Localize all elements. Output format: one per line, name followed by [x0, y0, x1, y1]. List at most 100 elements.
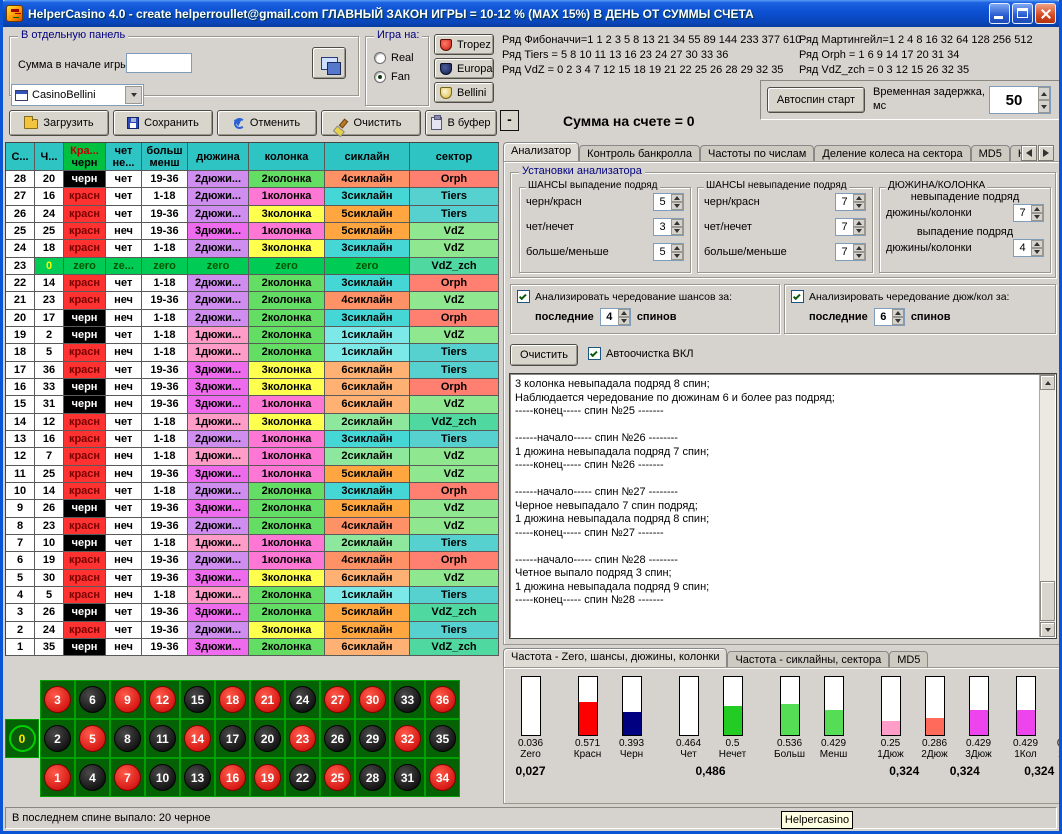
table-row[interactable]: 619красннеч19-362дюжи...1колонка4сиклайн…: [6, 552, 499, 569]
spin-down[interactable]: [1038, 100, 1050, 113]
roulette-cell[interactable]: 13: [180, 758, 215, 797]
freq-tab-2[interactable]: Частота - сиклайны, сектора: [727, 651, 889, 668]
roulette-number-22[interactable]: 22: [289, 764, 316, 791]
roulette-cell[interactable]: 30: [355, 680, 390, 719]
spin-down[interactable]: [853, 252, 865, 260]
analyzer-tab-2[interactable]: Контроль банкролла: [579, 145, 700, 162]
roulette-cell[interactable]: 25: [320, 758, 355, 797]
roulette-number-0[interactable]: 0: [9, 725, 36, 752]
roulette-number-17[interactable]: 17: [219, 725, 246, 752]
close-button[interactable]: [1035, 3, 1056, 24]
spin-up[interactable]: [1031, 240, 1043, 248]
hit-spinner-2[interactable]: 3: [653, 218, 684, 236]
alt-dozens-spinner[interactable]: 6: [874, 308, 905, 326]
table-row[interactable]: 2123красннеч19-362дюжи...2колонка4сиклай…: [6, 292, 499, 309]
spin-up[interactable]: [853, 194, 865, 202]
scroll-up-button[interactable]: [1040, 375, 1055, 390]
roulette-number-26[interactable]: 26: [324, 725, 351, 752]
roulette-cell[interactable]: 35: [425, 719, 460, 758]
roulette-cell[interactable]: 23: [285, 719, 320, 758]
spin-down[interactable]: [671, 202, 683, 210]
roulette-number-15[interactable]: 15: [184, 686, 211, 713]
roulette-number-18[interactable]: 18: [219, 686, 246, 713]
hit-spinner-3[interactable]: 5: [653, 243, 684, 261]
spin-up[interactable]: [671, 244, 683, 252]
spin-up[interactable]: [1038, 87, 1050, 100]
roulette-number-34[interactable]: 34: [429, 764, 456, 791]
spinner-value[interactable]: 6: [875, 309, 892, 325]
spinner-value[interactable]: 7: [836, 244, 853, 260]
roulette-cell[interactable]: 19: [250, 758, 285, 797]
scroll-down-button[interactable]: [1040, 622, 1055, 637]
roulette-number-30[interactable]: 30: [359, 686, 386, 713]
dozen-hit-spinner[interactable]: 4: [1013, 239, 1044, 257]
casino-button-tropez[interactable]: Tropez: [434, 34, 494, 55]
miss-spinner-2[interactable]: 7: [835, 218, 866, 236]
table-row[interactable]: 2716краснчет1-182дюжи...1колонка3сиклайн…: [6, 188, 499, 205]
roulette-cell[interactable]: 33: [390, 680, 425, 719]
spin-down[interactable]: [618, 317, 630, 325]
clear-log-button[interactable]: Очистить: [510, 344, 578, 366]
spin-down[interactable]: [671, 227, 683, 235]
dozen-miss-spinner[interactable]: 7: [1013, 204, 1044, 222]
roulette-number-24[interactable]: 24: [289, 686, 316, 713]
roulette-number-31[interactable]: 31: [394, 764, 421, 791]
spin-up[interactable]: [853, 219, 865, 227]
table-row[interactable]: 2214краснчет1-182дюжи...2колонка3сиклайн…: [6, 275, 499, 292]
roulette-cell[interactable]: 18: [215, 680, 250, 719]
analyzer-tab-5[interactable]: MD5: [971, 145, 1010, 162]
roulette-cell[interactable]: 28: [355, 758, 390, 797]
roulette-number-21[interactable]: 21: [254, 686, 281, 713]
radio-real[interactable]: [374, 52, 386, 64]
casino-button-bellini[interactable]: Bellini: [434, 82, 494, 103]
roulette-cell[interactable]: 24: [285, 680, 320, 719]
table-row[interactable]: 926чернчет19-363дюжи...2колонка5сиклайнV…: [6, 500, 499, 517]
roulette-cell[interactable]: 5: [75, 719, 110, 758]
roulette-number-16[interactable]: 16: [219, 764, 246, 791]
roulette-number-29[interactable]: 29: [359, 725, 386, 752]
roulette-cell[interactable]: 8: [110, 719, 145, 758]
miss-spinner-3[interactable]: 7: [835, 243, 866, 261]
roulette-cell[interactable]: 10: [145, 758, 180, 797]
roulette-number-32[interactable]: 32: [394, 725, 421, 752]
roulette-number-9[interactable]: 9: [114, 686, 141, 713]
roulette-number-4[interactable]: 4: [79, 764, 106, 791]
roulette-number-2[interactable]: 2: [44, 725, 71, 752]
table-row[interactable]: 192чернчет1-181дюжи...2колонка1сиклайнVd…: [6, 327, 499, 344]
roulette-cell[interactable]: 29: [355, 719, 390, 758]
spinner-value[interactable]: 7: [1014, 205, 1031, 221]
table-row[interactable]: 2525красннеч19-363дюжи...1колонка5сиклай…: [6, 223, 499, 240]
table-row[interactable]: 1412краснчет1-181дюжи...3колонка2сиклайн…: [6, 414, 499, 431]
spinner-value[interactable]: 7: [836, 219, 853, 235]
roulette-cell[interactable]: 34: [425, 758, 460, 797]
spin-up[interactable]: [671, 219, 683, 227]
roulette-number-12[interactable]: 12: [149, 686, 176, 713]
freq-tab-1[interactable]: Частота - Zero, шансы, дюжины, колонки: [503, 648, 727, 668]
spinner-value[interactable]: 5: [654, 194, 671, 210]
table-row[interactable]: 1531черннеч19-363дюжи...1колонка6сиклайн…: [6, 396, 499, 413]
roulette-cell[interactable]: 2: [40, 719, 75, 758]
spinner-value[interactable]: 4: [1014, 240, 1031, 256]
table-row[interactable]: 1125красннеч19-363дюжи...1колонка5сиклай…: [6, 466, 499, 483]
roulette-number-11[interactable]: 11: [149, 725, 176, 752]
roulette-number-3[interactable]: 3: [44, 686, 71, 713]
maximize-button[interactable]: [1012, 3, 1033, 24]
casino-button-europa[interactable]: Europa: [434, 58, 494, 79]
spin-up[interactable]: [1031, 205, 1043, 213]
roulette-number-13[interactable]: 13: [184, 764, 211, 791]
roulette-cell[interactable]: 32: [390, 719, 425, 758]
spin-down[interactable]: [892, 317, 904, 325]
roulette-number-5[interactable]: 5: [79, 725, 106, 752]
roulette-cell[interactable]: 22: [285, 758, 320, 797]
table-row[interactable]: 326чернчет19-363дюжи...2колонка5сиклайнV…: [6, 604, 499, 621]
spin-down[interactable]: [853, 227, 865, 235]
spin-down[interactable]: [853, 202, 865, 210]
spinner-value[interactable]: 7: [836, 194, 853, 210]
delay-value[interactable]: 50: [990, 87, 1038, 113]
analyzer-tab-1[interactable]: Анализатор: [503, 142, 579, 162]
roulette-cell[interactable]: 31: [390, 758, 425, 797]
roulette-cell[interactable]: 12: [145, 680, 180, 719]
roulette-number-20[interactable]: 20: [254, 725, 281, 752]
roulette-cell[interactable]: 21: [250, 680, 285, 719]
scroll-thumb[interactable]: [1040, 581, 1055, 621]
